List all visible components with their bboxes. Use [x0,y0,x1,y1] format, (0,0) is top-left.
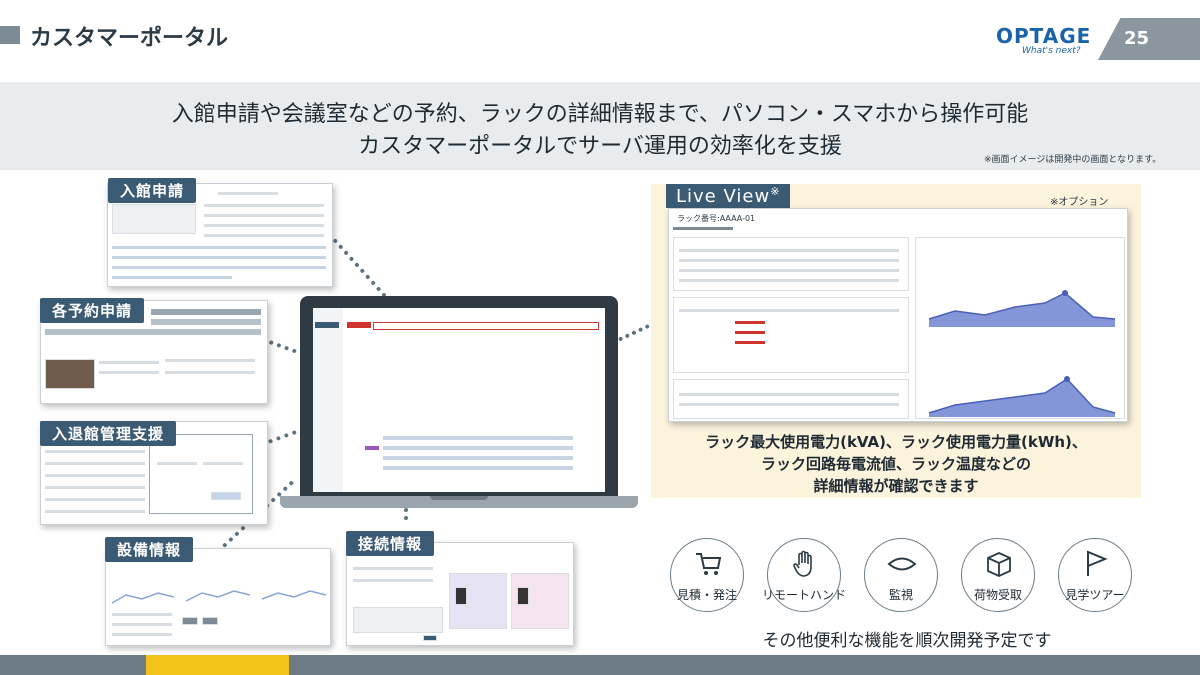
eye-icon [887,557,917,571]
equipment-screenshot [105,548,331,646]
page-title: カスタマーポータル [30,26,229,51]
page-number: 25 [1124,28,1150,49]
flag-icon [1087,550,1108,576]
logo-text: OPTAGE [996,24,1092,48]
live-view-title-mark: ※ [770,185,781,198]
live-view-desc-3: 詳細情報が確認できます [813,477,979,495]
connection-screenshot [346,542,574,646]
feature-tour-label: 見学ツアー [1065,588,1125,602]
feature-remote-hand-label: リモートハンド [761,588,846,602]
hand-icon [793,550,812,577]
headline-line-1: 入館申請や会議室などの予約、ラックの詳細情報まで、パソコン・スマホから操作可能 [171,102,1029,127]
live-view-title-text: Live View [676,186,771,207]
live-view-screenshot: ラック番号:AAAA-01 [668,208,1128,422]
connector-entry [327,232,387,298]
feature-package-receipt-label: 荷物受取 [973,588,1022,602]
connection-label: 接続情報 [346,531,435,556]
footer-accent [146,655,289,675]
title-accent-bar [0,26,20,44]
cart-icon [696,553,722,575]
laptop-notch [430,496,488,500]
reservation-label: 各予約申請 [40,298,145,323]
rack-number: ラック番号:AAAA-01 [677,214,756,223]
live-view-desc-1: ラック最大使用電力(kVA)、ラック使用電力量(kWh)、 [705,433,1087,451]
live-view-option-note: ※オプション [1050,197,1109,208]
live-view-desc-2: ラック回路毎電流値、ラック温度などの [760,455,1031,473]
equipment-label: 設備情報 [105,537,194,562]
entry-request-label: 入館申請 [108,178,197,203]
live-view-title: Live View※ [666,184,791,208]
feature-monitoring-label: 監視 [888,588,913,602]
slide: カスタマーポータル OPTAGE What's next? 25 入館申請や会議… [0,0,1200,675]
laptop-portal-screen [313,308,605,492]
future-development-note: その他便利な機能を順次開発予定です [762,631,1052,651]
screen-image-note: ※画面イメージは開発中の画面となります。 [984,155,1162,165]
box-icon [987,552,1011,577]
optage-logo: OPTAGE What's next? [996,24,1096,64]
entry-management-label: 入退館管理支援 [40,421,177,446]
feature-quote-order-label: 見積・発注 [676,588,737,602]
